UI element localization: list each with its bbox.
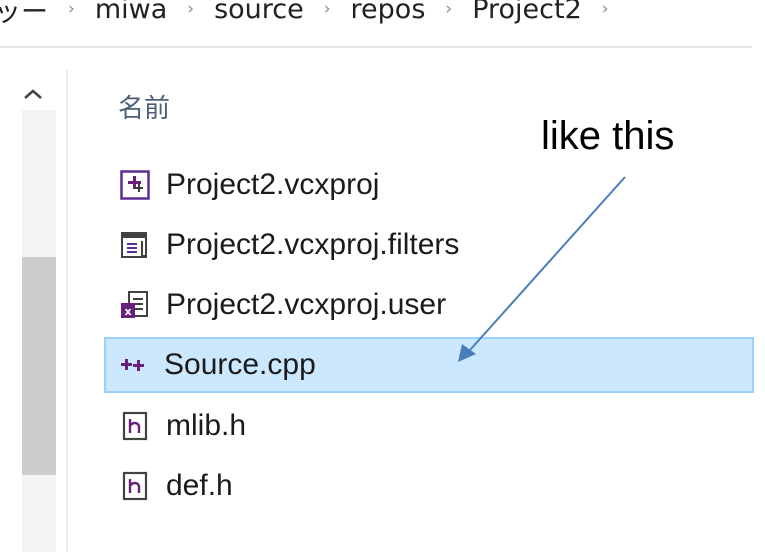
annotation-arrow-icon xyxy=(458,176,626,362)
